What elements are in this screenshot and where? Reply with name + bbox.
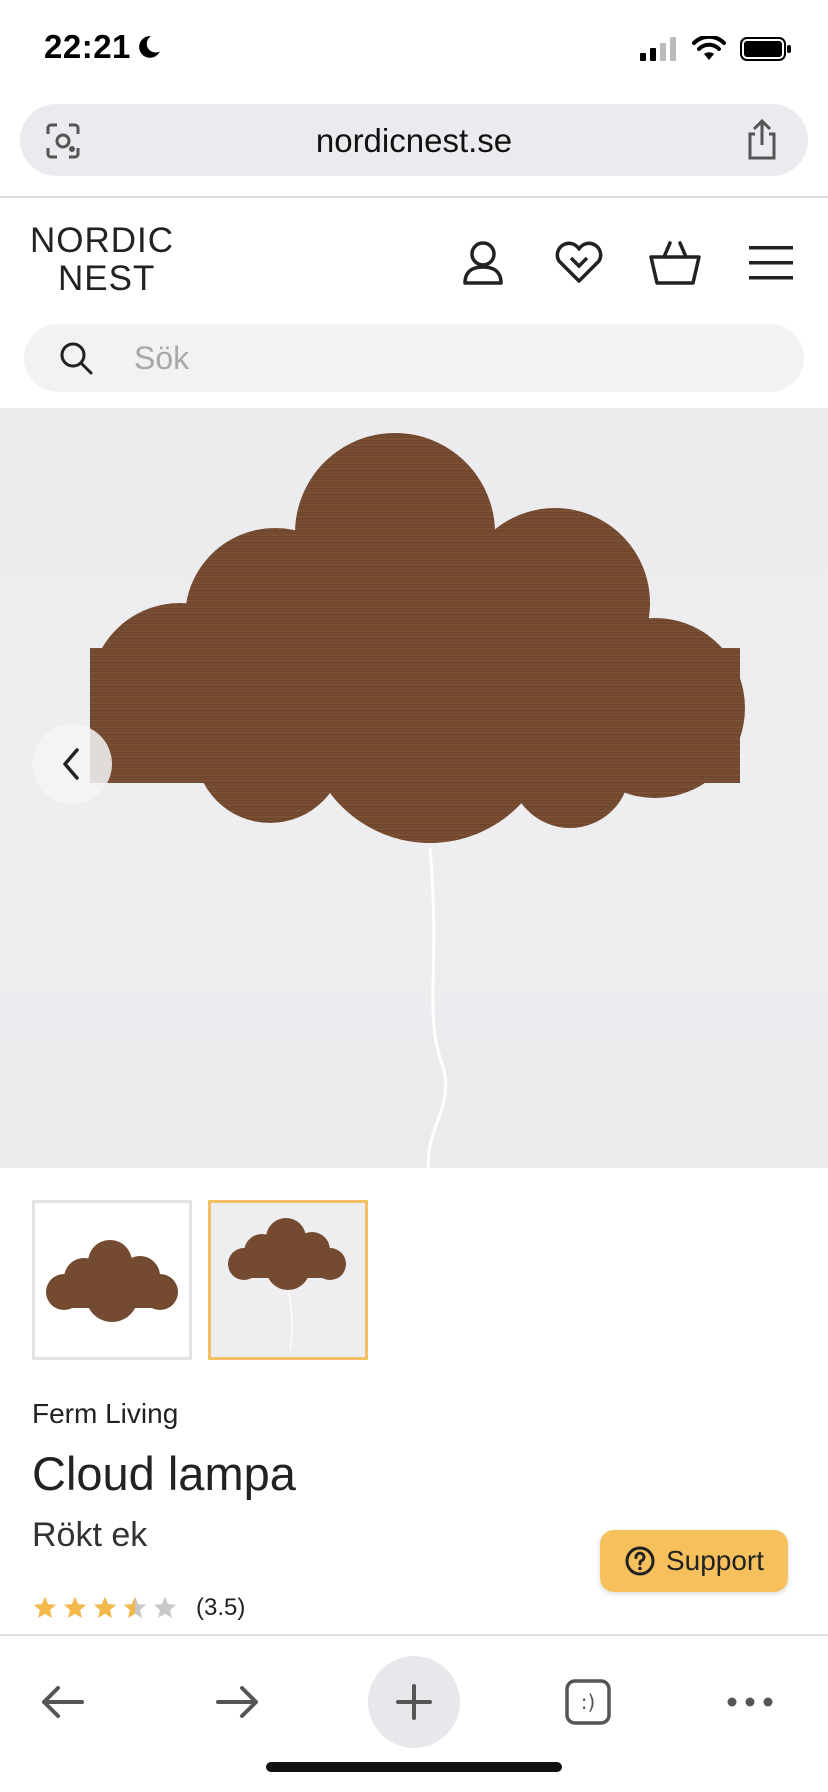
more-icon[interactable]: [704, 1656, 796, 1748]
product-rating[interactable]: (3.5): [32, 1594, 245, 1622]
menu-icon[interactable]: [742, 234, 800, 292]
rating-score: (3.5): [196, 1594, 246, 1621]
browser-toolbar: :): [0, 1636, 828, 1748]
product-variant: Rökt ek: [32, 1516, 148, 1554]
tabs-icon[interactable]: :): [542, 1656, 634, 1748]
status-bar: 22:21: [0, 0, 828, 96]
tabs-label: :): [580, 1690, 596, 1714]
thumbnail-strip: [32, 1200, 368, 1360]
help-circle-icon: [625, 1546, 655, 1576]
wishlist-icon[interactable]: [550, 234, 608, 292]
product-title: Cloud lampa: [32, 1447, 296, 1500]
star-icon: [33, 1596, 57, 1618]
cloud-lamp-image: [90, 433, 745, 1168]
support-button[interactable]: Support: [600, 1530, 788, 1592]
logo-line-2: NEST: [58, 259, 156, 298]
cloud-lamp-thumbnail: [46, 1240, 178, 1322]
chevron-left-icon: [63, 748, 79, 780]
share-icon[interactable]: [742, 118, 782, 167]
status-time: 22:21: [44, 28, 131, 65]
basket-icon[interactable]: [646, 234, 704, 292]
search-input[interactable]: [134, 336, 734, 380]
new-tab-icon[interactable]: [368, 1656, 460, 1748]
battery-icon: [740, 36, 792, 67]
address-bar[interactable]: nordicnest.se: [20, 104, 808, 176]
product-brand[interactable]: Ferm Living: [32, 1398, 178, 1430]
home-indicator: [266, 1762, 562, 1772]
page: 22:21 nordicnest.se NORDIC NEST Sök Ferm…: [0, 0, 828, 1792]
support-label: Support: [665, 1545, 765, 1576]
status-icons: [640, 34, 792, 67]
product-image[interactable]: [0, 408, 828, 1168]
address-divider: [0, 196, 828, 198]
forward-icon[interactable]: [192, 1656, 284, 1748]
star-icon: [123, 1596, 147, 1618]
star-icon: [93, 1596, 117, 1618]
account-icon[interactable]: [454, 234, 512, 292]
search-bar[interactable]: [24, 324, 804, 392]
previous-image-button[interactable]: [32, 724, 112, 804]
logo-line-1: NORDIC: [30, 221, 175, 260]
thumbnail-1[interactable]: [32, 1200, 192, 1360]
cloud-lamp-thumbnail: [228, 1218, 346, 1350]
star-icon: [63, 1596, 87, 1618]
signal-icon: [640, 37, 678, 66]
thumbnail-2[interactable]: [208, 1200, 368, 1360]
site-logo[interactable]: NORDIC NEST: [30, 222, 190, 298]
header-icons: [454, 234, 800, 292]
search-icon[interactable]: [58, 340, 94, 381]
address-url[interactable]: nordicnest.se: [20, 122, 808, 160]
moon-icon: [136, 34, 162, 65]
back-icon[interactable]: [16, 1656, 108, 1748]
star-icon: [153, 1596, 177, 1618]
rating-stars: [32, 1595, 178, 1621]
wifi-icon: [692, 34, 726, 67]
